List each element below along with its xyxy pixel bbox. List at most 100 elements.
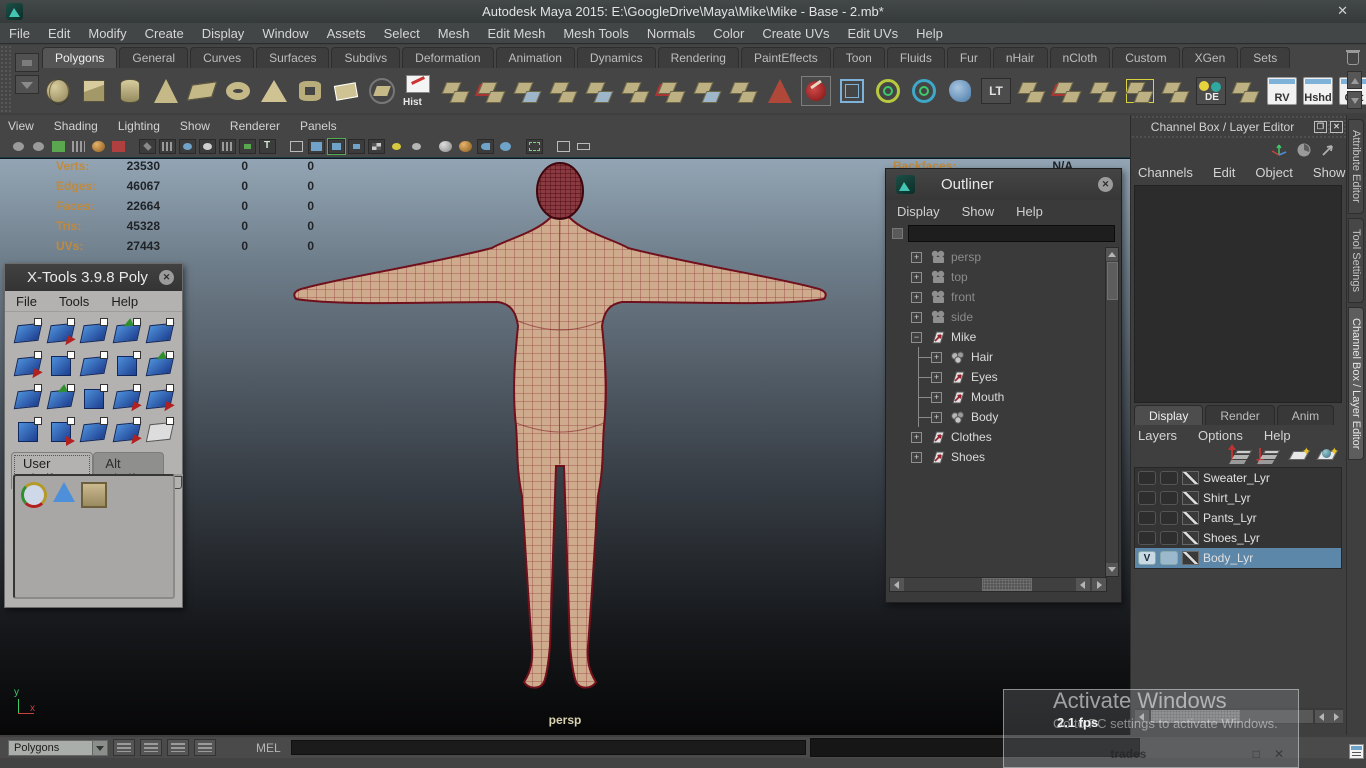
outliner-item-front[interactable]: + front	[887, 287, 1105, 307]
shelf-tab-painteffects[interactable]: PaintEffects	[740, 47, 831, 68]
edge-flow-icon[interactable]	[1230, 75, 1262, 107]
character-model-wireframe[interactable]	[280, 161, 840, 706]
panel-menu-renderer[interactable]: Renderer	[222, 119, 292, 133]
layer-row-sweater[interactable]: Sweater_Lyr	[1135, 468, 1341, 488]
poly-pipe-icon[interactable]	[294, 75, 326, 107]
dock-restore-icon[interactable]: ❐	[1314, 121, 1327, 133]
menu-edit-uvs[interactable]: Edit UVs	[839, 26, 908, 41]
shelf-tab-nhair[interactable]: nHair	[992, 47, 1048, 68]
tab-channel-box-layer-editor[interactable]: Channel Box / Layer Editor	[1348, 306, 1364, 461]
layer-tab-anim[interactable]: Anim	[1276, 405, 1335, 425]
dock-close-icon[interactable]: ✕	[1330, 121, 1343, 133]
shelf-menu-arrow-button[interactable]	[15, 75, 39, 94]
poly-pyramid-icon[interactable]	[258, 75, 290, 107]
shelf-tab-fur[interactable]: Fur	[946, 47, 991, 68]
de-lighting-icon[interactable]: DE	[1196, 77, 1226, 105]
xtools-menu-tools[interactable]: Tools	[48, 294, 100, 309]
shelf-scroll-up-icon[interactable]	[1347, 71, 1362, 89]
xtools-tool-icon[interactable]	[11, 316, 44, 349]
create-empty-layer-icon[interactable]: ✦	[1288, 446, 1311, 464]
grease-pencil-icon[interactable]	[110, 139, 127, 154]
xtools-tool-icon[interactable]	[11, 382, 44, 415]
outliner-horizontal-scrollbar[interactable]	[889, 577, 1107, 592]
extrude-icon[interactable]	[728, 75, 760, 107]
extract-icon[interactable]	[512, 75, 544, 107]
expand-arrow-icon[interactable]	[1320, 142, 1336, 158]
menu-help[interactable]: Help	[907, 26, 952, 41]
textured-cube-icon[interactable]	[327, 138, 346, 155]
menu-assets[interactable]: Assets	[318, 26, 375, 41]
expand-icon[interactable]: +	[911, 451, 922, 463]
script-editor-icon[interactable]	[140, 739, 162, 756]
shelf-tab-animation[interactable]: Animation	[495, 47, 575, 68]
layer-playback-toggle[interactable]	[1160, 511, 1178, 525]
lattice-icon[interactable]	[836, 75, 868, 107]
xtools-menu-file[interactable]: File	[5, 294, 48, 309]
xtools-rotate-tool-icon[interactable]	[21, 482, 47, 508]
smooth-icon[interactable]	[764, 75, 796, 107]
object-menu[interactable]: Object	[1248, 165, 1306, 180]
shaded-mode-icon[interactable]	[179, 139, 196, 154]
create-layer-assign-selected-icon[interactable]: ✦	[1316, 446, 1339, 464]
select-camera-icon[interactable]	[10, 139, 27, 154]
expand-icon[interactable]: +	[931, 371, 942, 383]
hypershade-button[interactable]: Hshd	[1302, 75, 1334, 107]
window-close-button[interactable]: ✕	[1337, 3, 1348, 19]
merge-vertices-icon[interactable]	[692, 75, 724, 107]
panel-menu-shading[interactable]: Shading	[46, 119, 110, 133]
poly-cylinder-icon[interactable]	[114, 75, 146, 107]
layer-playback-toggle[interactable]	[1160, 471, 1178, 485]
outliner-item-mouth[interactable]: + Mouth	[887, 387, 1105, 407]
outliner-menu-show[interactable]: Show	[951, 204, 1006, 219]
manipulator-icon[interactable]	[1270, 142, 1288, 158]
xtools-close-icon[interactable]: ✕	[159, 270, 174, 285]
menu-normals[interactable]: Normals	[638, 26, 704, 41]
layer-visibility-toggle[interactable]	[1138, 531, 1156, 545]
scroll-left-icon[interactable]	[1315, 709, 1329, 723]
xtools-tool-icon[interactable]	[143, 349, 176, 382]
slide-edge-icon[interactable]	[1088, 75, 1120, 107]
wireframe-mode-icon[interactable]	[139, 139, 156, 154]
shelf-tab-custom[interactable]: Custom	[1112, 47, 1180, 68]
flat-shade-icon[interactable]	[199, 139, 216, 154]
scroll-left-icon[interactable]	[1076, 578, 1090, 591]
layer-tab-render[interactable]: Render	[1205, 405, 1275, 425]
offset-edge-loop-icon[interactable]	[1052, 75, 1084, 107]
snapshot-icon[interactable]	[113, 739, 135, 756]
sculpt-mesh-icon[interactable]	[366, 75, 398, 107]
no-grid-icon[interactable]	[219, 139, 236, 154]
shelf-tab-ncloth[interactable]: nCloth	[1049, 47, 1111, 68]
layer-row-shoes[interactable]: Shoes_Lyr	[1135, 528, 1341, 548]
poly-cube-icon[interactable]	[78, 75, 110, 107]
sculpt-tool-icon[interactable]	[800, 75, 832, 107]
speed-gauge-icon[interactable]	[1296, 142, 1312, 158]
outline-plane-icon[interactable]	[575, 139, 592, 154]
menu-mesh-tools[interactable]: Mesh Tools	[554, 26, 638, 41]
motion-blur-icon[interactable]	[497, 139, 514, 154]
outliner-close-icon[interactable]: ✕	[1098, 177, 1113, 192]
no-light-icon[interactable]	[408, 139, 425, 154]
separate-icon[interactable]	[476, 75, 508, 107]
xtools-tool-icon[interactable]	[44, 382, 77, 415]
layer-row-shirt[interactable]: Shirt_Lyr	[1135, 488, 1341, 508]
layer-playback-toggle[interactable]	[1160, 491, 1178, 505]
menu-modify[interactable]: Modify	[79, 26, 135, 41]
textured-sphere-icon[interactable]	[457, 139, 474, 154]
panel-menu-lighting[interactable]: Lighting	[110, 119, 172, 133]
combine-icon[interactable]	[440, 75, 472, 107]
outliner-item-shoes[interactable]: + Shoes	[887, 447, 1105, 467]
bookmark-icon[interactable]	[50, 139, 67, 154]
layer-visibility-toggle[interactable]: V	[1138, 551, 1156, 565]
scroll-right-icon[interactable]	[1329, 709, 1343, 723]
layer-tab-display[interactable]: Display	[1134, 405, 1204, 425]
menu-select[interactable]: Select	[375, 26, 429, 41]
default-light-icon[interactable]	[388, 139, 405, 154]
scroll-down-icon[interactable]	[1106, 563, 1118, 576]
outliner-item-side[interactable]: + side	[887, 307, 1105, 327]
wire-cube-icon[interactable]	[288, 139, 305, 154]
shelf-scroll-down-icon[interactable]	[1347, 91, 1362, 109]
panel-menu-show[interactable]: Show	[172, 119, 222, 133]
xtools-tool-icon[interactable]	[44, 415, 77, 448]
poly-torus-icon[interactable]	[222, 75, 254, 107]
dock-header[interactable]: Channel Box / Layer Editor ❐ ✕	[1131, 115, 1346, 139]
